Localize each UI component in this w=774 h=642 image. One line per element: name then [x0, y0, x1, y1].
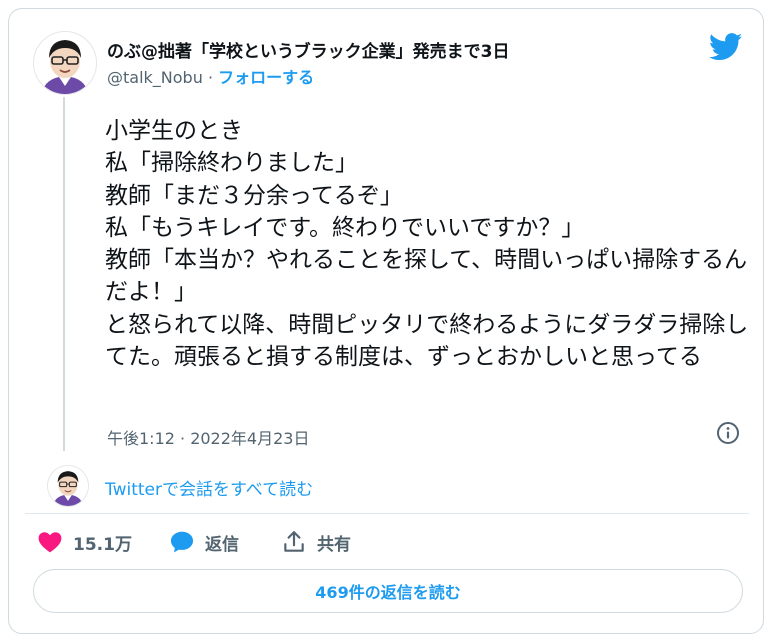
info-icon[interactable] [716, 421, 740, 445]
share-label: 共有 [317, 534, 351, 555]
tweet-card: のぶ@拙著「学校というブラック企業」発売まで3日 @talk_Nobu · フォ… [8, 8, 764, 634]
share-upload-icon [281, 529, 307, 555]
author-avatar-small[interactable] [47, 465, 89, 507]
thread-line [63, 97, 65, 451]
speech-bubble-icon [169, 529, 195, 555]
handle-row: @talk_Nobu · フォローする [107, 64, 314, 88]
read-replies-label: 469件の返信を読む [315, 583, 461, 602]
author-avatar[interactable] [33, 31, 97, 95]
tweet-text: 小学生のとき 私「掃除終わりました」 教師「まだ３分余ってるぞ」 私「もうキレイ… [105, 118, 749, 371]
tweet-timestamp[interactable]: 午後1:12 · 2022年4月23日 [107, 425, 309, 449]
reply-button[interactable]: 返信 [169, 527, 239, 557]
author-display-name[interactable]: のぶ@拙著「学校というブラック企業」発売まで3日 [107, 37, 510, 62]
read-conversation-link[interactable]: Twitterで会話をすべて読む [105, 475, 313, 500]
follow-button[interactable]: フォローする [218, 68, 314, 87]
heart-icon [37, 529, 63, 555]
share-button[interactable]: 共有 [281, 527, 351, 557]
author-handle[interactable]: @talk_Nobu [107, 68, 203, 87]
twitter-bird-icon[interactable] [708, 33, 743, 61]
like-count: 15.1万 [73, 534, 132, 555]
like-button[interactable]: 15.1万 [37, 527, 132, 557]
separator-dot: · [207, 68, 214, 87]
read-replies-button[interactable]: 469件の返信を読む [33, 569, 743, 613]
divider [25, 513, 749, 514]
reply-label: 返信 [205, 534, 239, 555]
